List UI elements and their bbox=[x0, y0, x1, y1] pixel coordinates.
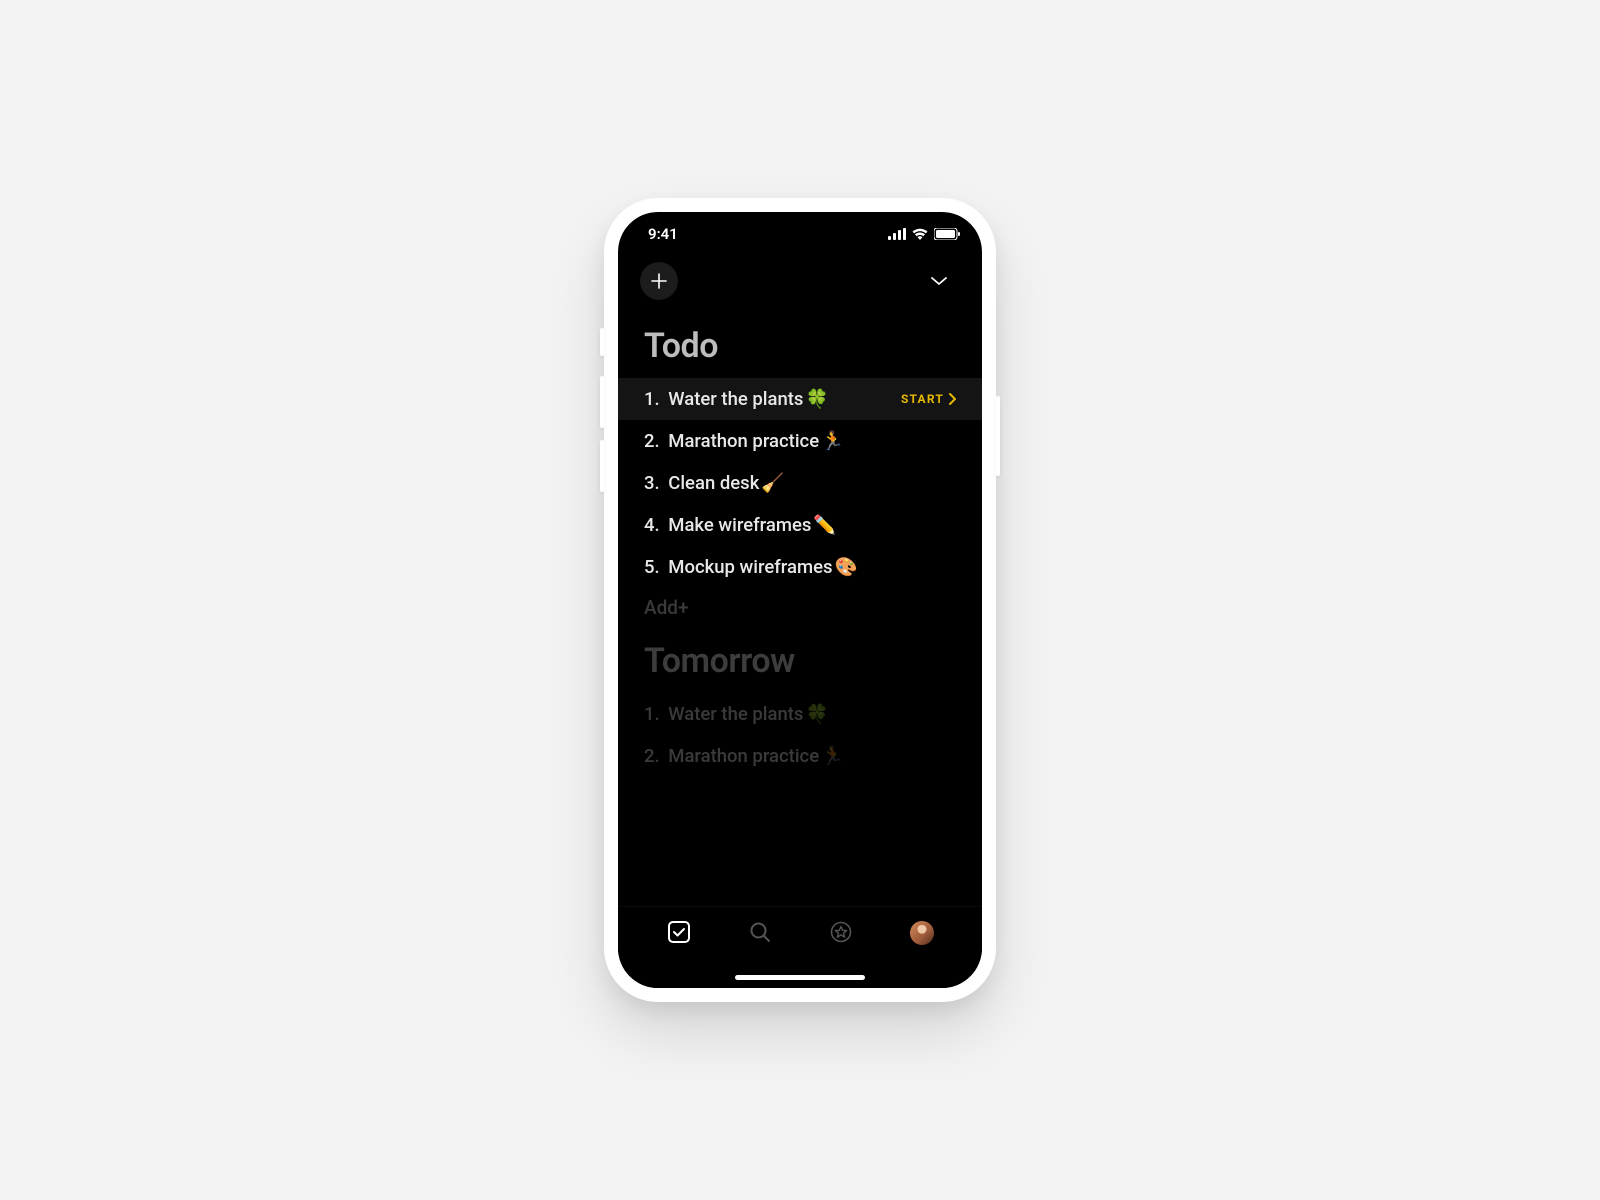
add-button[interactable] bbox=[640, 262, 678, 300]
emoji-icon: 🍀 bbox=[805, 388, 828, 410]
task-row[interactable]: 4. Make wireframes✏️ bbox=[618, 504, 982, 546]
emoji-icon: ✏️ bbox=[813, 514, 836, 536]
status-right bbox=[888, 228, 960, 240]
task-row[interactable]: 2. Marathon practice🏃 bbox=[618, 420, 982, 462]
status-bar: 9:41 bbox=[618, 212, 982, 256]
task-text: 4. Make wireframes✏️ bbox=[644, 514, 836, 536]
tab-tasks[interactable] bbox=[657, 921, 701, 943]
task-row[interactable]: 2. Marathon practice🏃 bbox=[618, 735, 982, 777]
start-button[interactable]: START bbox=[901, 392, 956, 406]
cellular-icon bbox=[888, 228, 906, 240]
chevron-right-icon bbox=[948, 393, 956, 405]
home-indicator[interactable] bbox=[735, 975, 865, 980]
task-row[interactable]: 5. Mockup wireframes🎨 bbox=[618, 546, 982, 588]
wifi-icon bbox=[912, 228, 928, 240]
tab-favorites[interactable] bbox=[819, 921, 863, 943]
emoji-icon: 🏃 bbox=[821, 430, 844, 452]
emoji-icon: 🎨 bbox=[835, 556, 858, 578]
task-row[interactable]: 3. Clean desk🧹 bbox=[618, 462, 982, 504]
battery-icon bbox=[934, 228, 960, 240]
checkbox-icon bbox=[668, 921, 690, 943]
search-icon bbox=[749, 921, 771, 943]
task-text: 2. Marathon practice🏃 bbox=[644, 430, 844, 452]
section-title-today: Todo bbox=[618, 326, 982, 378]
chevron-down-icon bbox=[930, 276, 948, 286]
start-label: START bbox=[901, 392, 944, 406]
phone-frame: 9:41 bbox=[604, 198, 996, 1002]
emoji-icon: 🍀 bbox=[805, 703, 828, 725]
emoji-icon: 🧹 bbox=[761, 472, 784, 494]
task-text: 5. Mockup wireframes🎨 bbox=[644, 556, 858, 578]
collapse-button[interactable] bbox=[922, 268, 956, 294]
phone-side-button bbox=[996, 396, 1000, 476]
status-time: 9:41 bbox=[648, 225, 678, 243]
phone-side-button bbox=[600, 376, 604, 428]
task-text: 1. Water the plants🍀 bbox=[644, 703, 829, 725]
star-icon bbox=[830, 921, 852, 943]
task-text: 3. Clean desk🧹 bbox=[644, 472, 784, 494]
tab-profile[interactable] bbox=[900, 921, 944, 945]
phone-side-button bbox=[600, 440, 604, 492]
add-task-button[interactable]: Add+ bbox=[618, 588, 982, 641]
task-text: 1. Water the plants🍀 bbox=[644, 388, 829, 410]
top-bar bbox=[618, 256, 982, 306]
tab-search[interactable] bbox=[738, 921, 782, 943]
phone-screen: 9:41 bbox=[618, 212, 982, 988]
task-row[interactable]: 1. Water the plants🍀 START bbox=[618, 378, 982, 420]
task-text: 2. Marathon practice🏃 bbox=[644, 745, 844, 767]
content: Todo 1. Water the plants🍀 START 2. Marat… bbox=[618, 306, 982, 777]
avatar bbox=[910, 921, 934, 945]
section-title-tomorrow: Tomorrow bbox=[618, 641, 982, 693]
task-row[interactable]: 1. Water the plants🍀 bbox=[618, 693, 982, 735]
plus-icon bbox=[651, 273, 667, 289]
emoji-icon: 🏃 bbox=[821, 745, 844, 767]
phone-side-button bbox=[600, 328, 604, 356]
